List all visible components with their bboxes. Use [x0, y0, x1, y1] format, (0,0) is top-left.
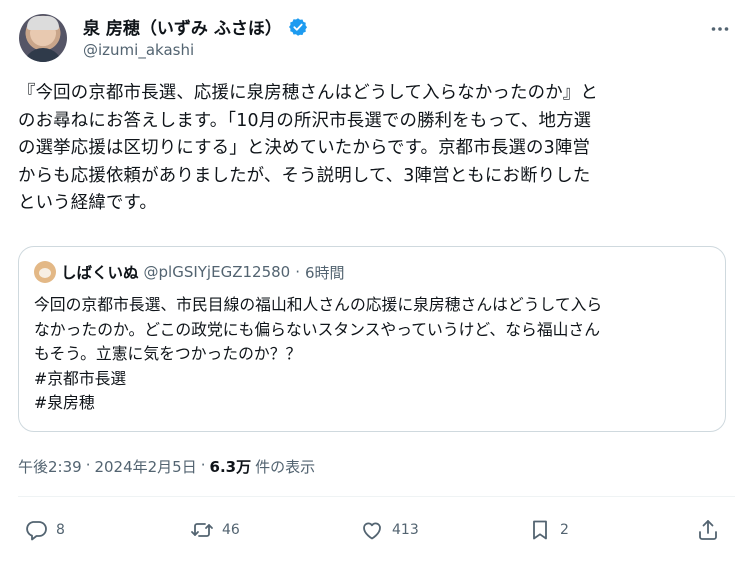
action-bar: 8 46 413 2 [18, 512, 735, 548]
tweet-date[interactable]: 2024年2月5日 [94, 456, 196, 477]
meta-separator: · [200, 456, 206, 474]
tweet-line: からも応援依頼がありましたが、そう説明して、3陣営ともにお断りした [18, 165, 591, 186]
quoted-author-handle[interactable]: @plGSIYjEGZ12580 [144, 263, 291, 281]
author-handle[interactable]: @izumi_akashi [83, 41, 194, 59]
quoted-line: 今回の京都市長選、市民目線の福山和人さんの応援に泉房穂さんはどうして入ら [34, 295, 603, 314]
quoted-tweet-header: しばくいぬ @plGSIYjEGZ12580 · 6時間 [34, 261, 345, 283]
views-count: 6.3万 [209, 458, 252, 476]
like-count: 413 [392, 522, 419, 538]
tweet-line: 『今回の京都市長選、応援に泉房穂さんはどうして入らなかったのか』と [18, 83, 598, 103]
like-button[interactable]: 413 [360, 512, 419, 548]
divider [18, 496, 735, 497]
author-display-name[interactable]: 泉 房穂（いずみ ふさほ） [83, 14, 282, 39]
bookmark-count: 2 [560, 522, 569, 538]
quoted-author-name[interactable]: しばくいぬ [61, 261, 139, 283]
reply-icon [26, 521, 47, 541]
author-name-row: 泉 房穂（いずみ ふさほ） [83, 14, 308, 39]
tweet-text: 『今回の京都市長選、応援に泉房穂さんはどうして入らなかったのか』と のお尋ねにお… [18, 80, 738, 218]
like-icon [363, 522, 381, 540]
tweet-line: の選挙応援は区切りにする」と決めていたからです。京都市長選の3陣営 [18, 138, 591, 158]
reply-button[interactable]: 8 [24, 512, 65, 548]
hashtag-link[interactable]: #京都市長選 [34, 367, 724, 392]
views-label: 件の表示 [255, 458, 316, 476]
quoted-separator: · [295, 263, 300, 281]
quoted-line: もそう。立憲に気をつかったのか？？ [34, 344, 302, 363]
tweet-line: のお尋ねにお答えします。「10月の所沢市長選での勝利をもって、地方選 [18, 110, 592, 131]
tweet-meta: 午後2:39 · 2024年2月5日 · 6.3万 件の表示 [18, 456, 315, 477]
share-icon [699, 520, 717, 540]
retweet-icon [191, 523, 213, 537]
retweet-count: 46 [222, 522, 240, 538]
tweet-time[interactable]: 午後2:39 [18, 456, 82, 477]
quoted-tweet-body: 今回の京都市長選、市民目線の福山和人さんの応援に泉房穂さんはどうして入ら なかっ… [34, 293, 724, 416]
more-icon[interactable] [709, 18, 731, 40]
meta-separator: · [85, 456, 91, 474]
bookmark-icon [533, 520, 547, 540]
share-button[interactable] [696, 512, 720, 548]
quoted-author-avatar[interactable] [34, 261, 56, 283]
quoted-time[interactable]: 6時間 [305, 262, 345, 283]
hashtag-link[interactable]: #泉房穂 [34, 391, 724, 416]
tweet-line: という経緯です。 [18, 193, 157, 213]
retweet-button[interactable]: 46 [190, 512, 240, 548]
bookmark-button[interactable]: 2 [528, 512, 569, 548]
quoted-line: なかったのか。どこの政党にも偏らないスタンスやっていうけど、なら福山さん [34, 319, 601, 339]
reply-count: 8 [56, 522, 65, 538]
author-avatar[interactable] [19, 14, 67, 62]
verified-badge-icon[interactable] [288, 17, 308, 37]
tweet-header: 泉 房穂（いずみ ふさほ） @izumi_akashi [17, 10, 737, 66]
quoted-tweet[interactable]: しばくいぬ @plGSIYjEGZ12580 · 6時間 今回の京都市長選、市民… [18, 246, 726, 432]
